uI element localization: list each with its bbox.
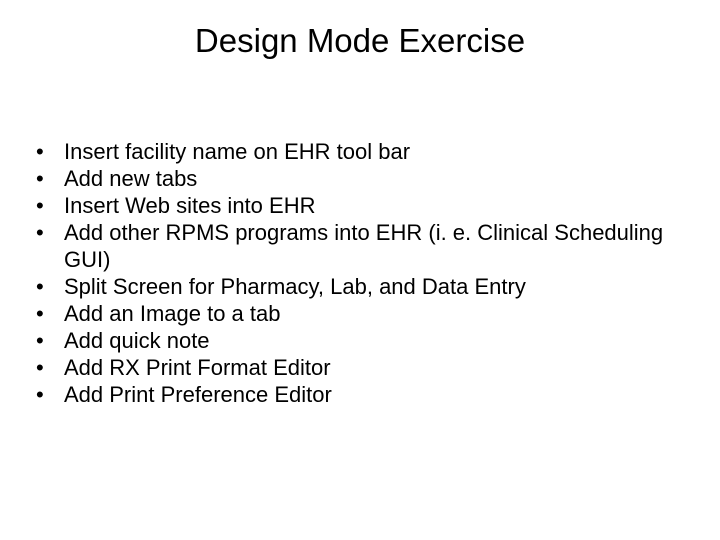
list-item: Add other RPMS programs into EHR (i. e. … [36,219,690,273]
list-item: Add Print Preference Editor [36,381,690,408]
list-item: Add quick note [36,327,690,354]
slide-title: Design Mode Exercise [0,22,720,60]
list-item: Split Screen for Pharmacy, Lab, and Data… [36,273,690,300]
list-item: Add RX Print Format Editor [36,354,690,381]
list-item: Insert facility name on EHR tool bar [36,138,690,165]
list-item: Add new tabs [36,165,690,192]
slide: Design Mode Exercise Insert facility nam… [0,0,720,540]
list-item: Insert Web sites into EHR [36,192,690,219]
bullet-list: Insert facility name on EHR tool bar Add… [0,138,720,408]
list-item: Add an Image to a tab [36,300,690,327]
